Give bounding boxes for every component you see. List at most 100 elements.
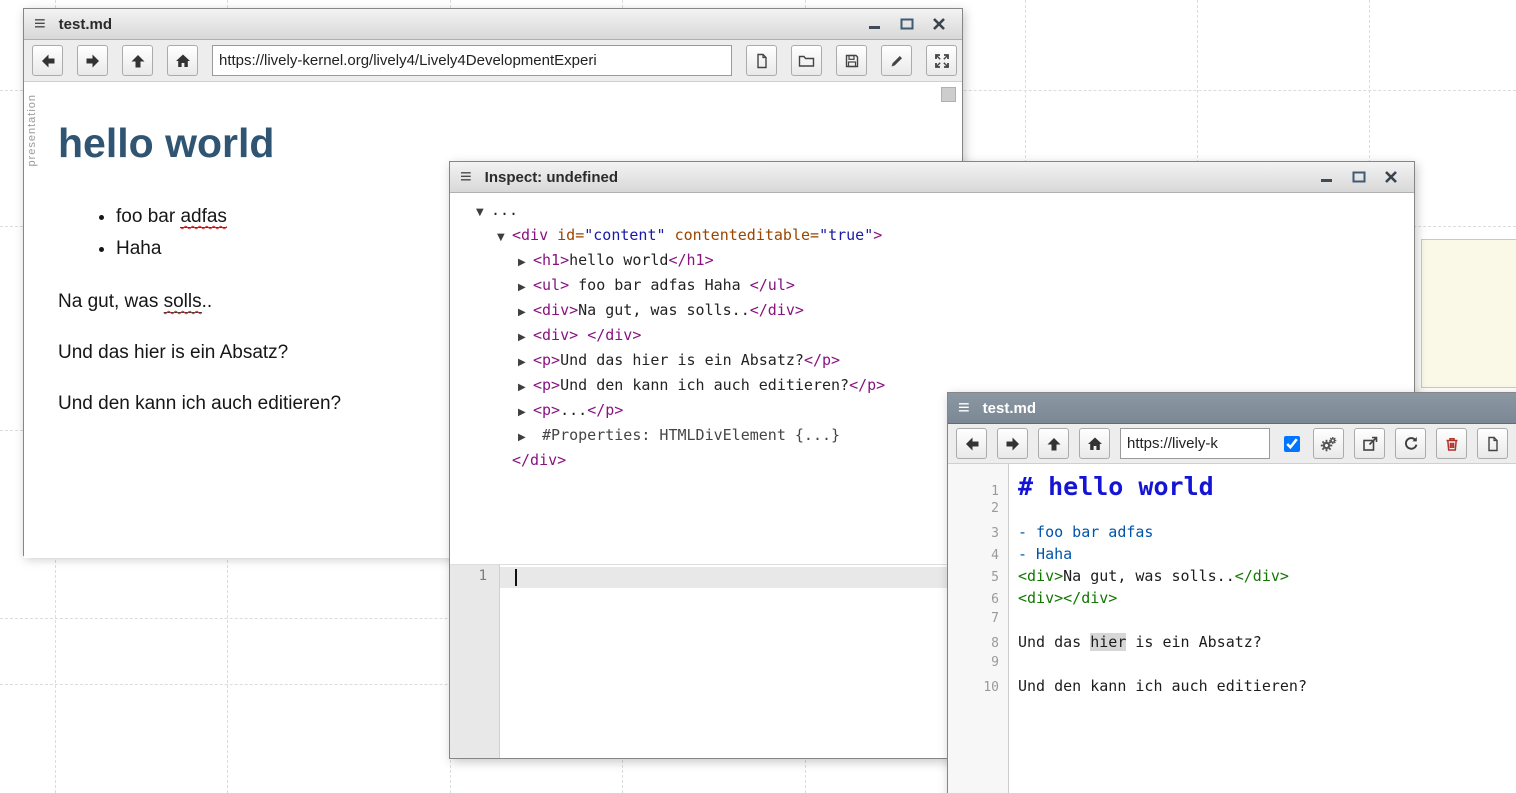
titlebar[interactable]: ≡ Inspect: undefined (450, 162, 1414, 193)
window-menu-icon[interactable]: ≡ (34, 14, 46, 34)
code-token: <p> (533, 401, 560, 419)
home-button[interactable] (1079, 428, 1110, 459)
expand-button[interactable] (926, 45, 957, 76)
home-icon (1087, 436, 1103, 452)
open-external-button[interactable] (1354, 428, 1385, 459)
code-token: <div> (533, 326, 578, 344)
forward-arrow-icon (85, 53, 101, 69)
minimize-button[interactable] (866, 15, 884, 33)
back-button[interactable] (32, 45, 63, 76)
code-token: <h1> (533, 251, 569, 269)
edit-button[interactable] (881, 45, 912, 76)
code-token: hello world (569, 251, 668, 269)
code-token: </p> (849, 376, 885, 394)
dom-tree-node[interactable]: ▶<p>Und das hier is ein Absatz?</p> (476, 349, 1414, 374)
titlebar[interactable]: ≡ test.md (948, 393, 1516, 424)
editor-line[interactable]: 10Und den kann ich auch editieren? (948, 677, 1516, 699)
dom-tree-node[interactable]: ▶<ul> foo bar adfas Haha </ul> (476, 274, 1414, 299)
editor-line[interactable]: 6<div></div> (948, 589, 1516, 611)
code-token: Und den kann ich auch editieren? (560, 376, 849, 394)
line-content: # hello world (1009, 472, 1214, 501)
maximize-button[interactable] (1350, 168, 1368, 186)
expand-arrow-icon[interactable]: ▶ (518, 377, 533, 399)
expand-arrow-icon[interactable]: ▶ (518, 252, 533, 274)
services-button[interactable] (1313, 428, 1344, 459)
minimize-button[interactable] (1318, 168, 1336, 186)
text-segment: Und das hier is ein Absatz? (58, 342, 288, 363)
new-file-button[interactable] (746, 45, 777, 76)
open-folder-button[interactable] (791, 45, 822, 76)
close-icon (932, 17, 946, 31)
expand-arrow-icon[interactable]: ▶ (518, 427, 533, 449)
code-token: Und den kann ich auch editieren? (1018, 677, 1307, 695)
source-editor[interactable]: 1# hello world23- foo bar adfas4- Haha5<… (948, 464, 1516, 793)
dom-tree-node[interactable]: ▼... (476, 199, 1414, 224)
close-button[interactable] (1382, 168, 1400, 186)
line-content: <div>Na gut, was solls..</div> (1009, 567, 1289, 585)
dom-tree-node[interactable]: ▶<h1>hello world</h1> (476, 249, 1414, 274)
up-arrow-icon (1046, 436, 1062, 452)
code-token: "true" (819, 226, 873, 244)
save-button[interactable] (836, 45, 867, 76)
expand-arrow-icon[interactable]: ▶ (518, 327, 533, 349)
auto-update-checkbox[interactable] (1284, 436, 1300, 452)
expand-arrow-icon[interactable]: ▶ (518, 302, 533, 324)
dom-tree-node[interactable]: ▶<div> </div> (476, 324, 1414, 349)
editor-line[interactable]: 9 (948, 655, 1516, 677)
dom-tree-node[interactable]: ▼<div id="content" contenteditable="true… (476, 224, 1414, 249)
expand-arrow-icon[interactable]: ▶ (518, 277, 533, 299)
forward-button[interactable] (77, 45, 108, 76)
window-controls (866, 15, 948, 33)
editor-line[interactable]: 5<div>Na gut, was solls..</div> (948, 567, 1516, 589)
expand-arrow-icon[interactable]: ▶ (518, 352, 533, 374)
editor-line[interactable]: 1# hello world (948, 472, 1516, 501)
code-token: Na gut, was solls.. (578, 301, 750, 319)
editor-line[interactable]: 2 (948, 501, 1516, 523)
url-input[interactable] (212, 45, 732, 76)
text-segment: Na gut, was (58, 291, 164, 312)
reload-button[interactable] (1395, 428, 1426, 459)
back-button[interactable] (956, 428, 987, 459)
external-link-icon (1362, 436, 1378, 452)
line-number: 1 (948, 484, 1009, 499)
editor-line[interactable]: 4- Haha (948, 545, 1516, 567)
code-token: Na gut, was solls.. (1063, 567, 1235, 585)
back-arrow-icon (40, 53, 56, 69)
code-token: <div (512, 226, 557, 244)
refresh-icon (1403, 436, 1419, 452)
maximize-icon (1352, 170, 1366, 184)
titlebar[interactable]: ≡ test.md (24, 9, 962, 40)
code-token: <p> (533, 351, 560, 369)
line-number: 9 (948, 655, 1009, 670)
editor-line[interactable]: 7 (948, 611, 1516, 633)
close-button[interactable] (930, 15, 948, 33)
folder-icon (798, 53, 815, 69)
line-number: 3 (948, 526, 1009, 541)
code-token: id= (557, 226, 584, 244)
editor-line[interactable]: 8Und das hier is ein Absatz? (948, 633, 1516, 655)
code-token: > (873, 226, 882, 244)
up-button[interactable] (122, 45, 153, 76)
maximize-button[interactable] (898, 15, 916, 33)
minimize-icon (1320, 170, 1334, 184)
misspelled-word: solls (164, 291, 202, 313)
code-token: </div> (1235, 567, 1289, 585)
code-token (578, 326, 587, 344)
url-input[interactable] (1120, 428, 1270, 459)
dom-tree-node[interactable]: ▶<div>Na gut, was solls..</div> (476, 299, 1414, 324)
window-menu-icon[interactable]: ≡ (958, 398, 970, 418)
home-button[interactable] (167, 45, 198, 76)
up-button[interactable] (1038, 428, 1069, 459)
expand-arrow-icon[interactable]: ▶ (518, 402, 533, 424)
code-token: <p> (533, 376, 560, 394)
window-menu-icon[interactable]: ≡ (460, 167, 472, 187)
delete-button[interactable] (1436, 428, 1467, 459)
forward-button[interactable] (997, 428, 1028, 459)
scrollbar-thumb[interactable] (941, 87, 956, 102)
home-icon (175, 53, 191, 69)
editor-line[interactable]: 3- foo bar adfas (948, 523, 1516, 545)
new-file-button[interactable] (1477, 428, 1508, 459)
line-content: - foo bar adfas (1009, 523, 1153, 541)
collapse-arrow-icon[interactable]: ▼ (476, 202, 491, 224)
collapse-arrow-icon[interactable]: ▼ (497, 227, 512, 249)
